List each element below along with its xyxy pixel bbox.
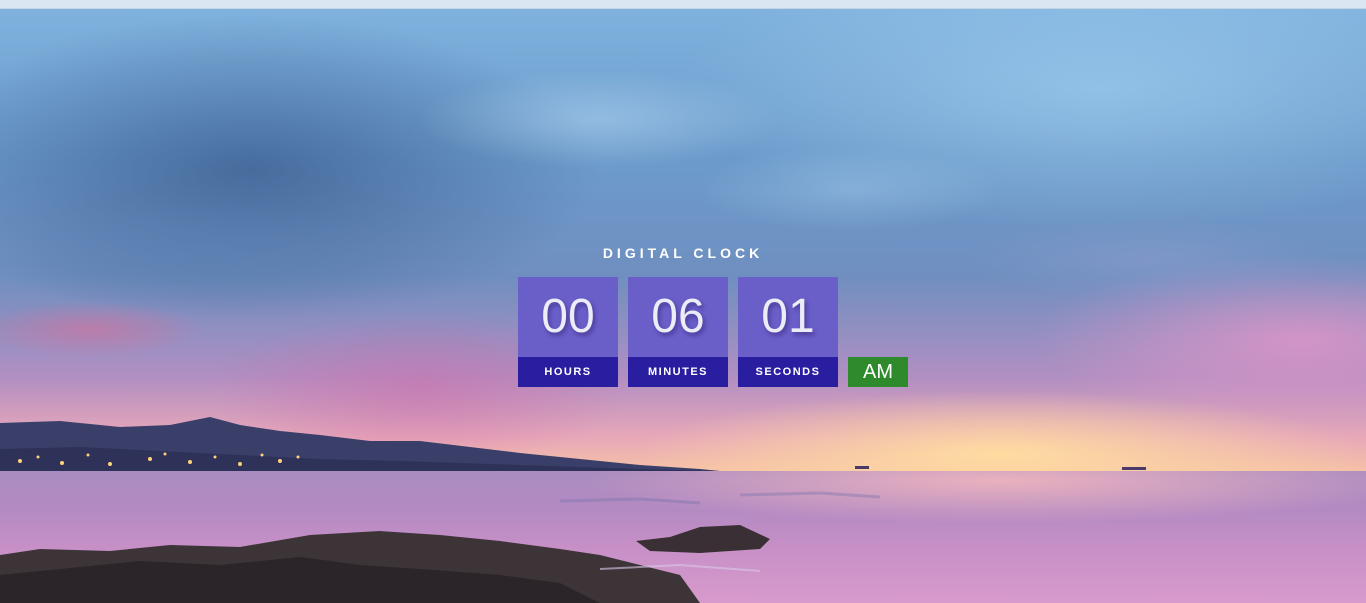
seconds-label: SECONDS: [738, 357, 838, 387]
hours-value: 00: [518, 277, 618, 357]
clock-title: DIGITAL CLOCK: [602, 245, 764, 261]
seconds-block: 01 SECONDS: [738, 277, 838, 387]
digital-clock: DIGITAL CLOCK 00 HOURS 06 MINUTES 01 SEC…: [0, 0, 1366, 603]
seconds-value: 01: [738, 277, 838, 357]
minutes-block: 06 MINUTES: [628, 277, 728, 387]
am-pm-badge: AM: [848, 357, 908, 387]
hours-block: 00 HOURS: [518, 277, 618, 387]
minutes-value: 06: [628, 277, 728, 357]
minutes-label: MINUTES: [628, 357, 728, 387]
hours-label: HOURS: [518, 357, 618, 387]
